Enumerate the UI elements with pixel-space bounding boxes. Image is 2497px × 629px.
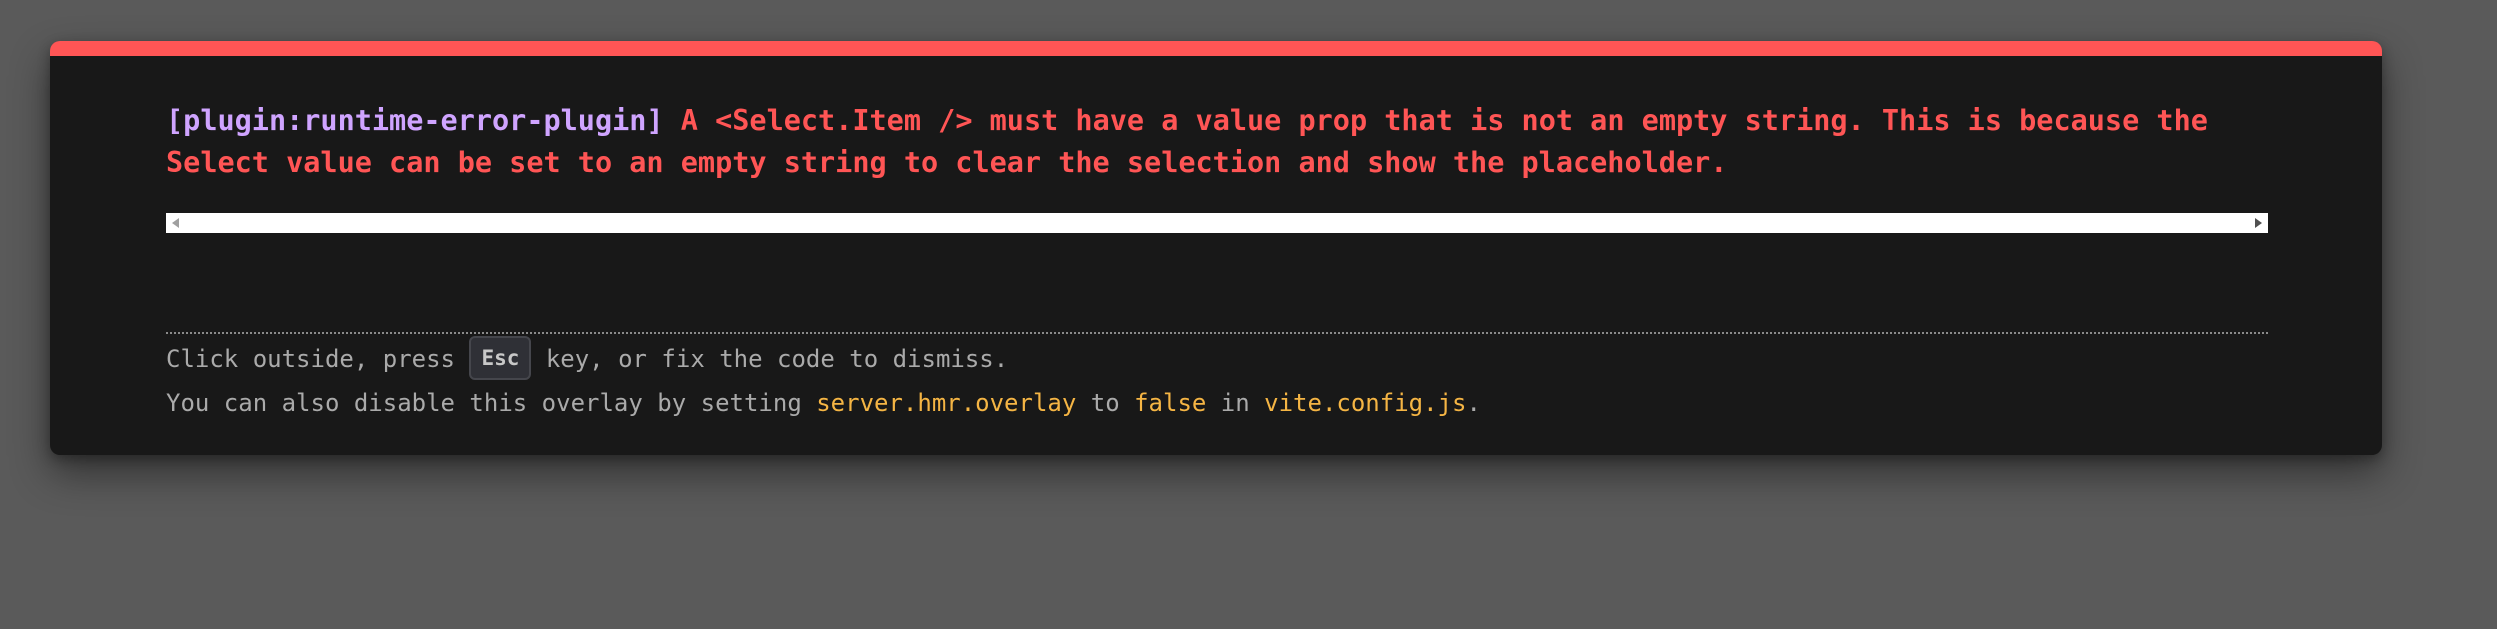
dismiss-tip-prefix: Click outside, press [166, 345, 470, 373]
setting-value: false [1134, 389, 1207, 417]
disable-tip-end: . [1466, 389, 1481, 417]
disable-tip-to: to [1076, 389, 1135, 417]
divider [166, 332, 2268, 334]
esc-key-badge: Esc [469, 336, 532, 380]
plugin-name: [plugin:runtime-error-plugin] [166, 104, 664, 137]
error-message: [plugin:runtime-error-plugin] A <Select.… [166, 100, 2276, 184]
dismiss-tip: Click outside, press Esc key, or fix the… [166, 335, 1008, 383]
error-overlay-window: [plugin:runtime-error-plugin] A <Select.… [50, 41, 2382, 455]
config-file-name: vite.config.js [1264, 389, 1467, 417]
scroll-left-icon[interactable] [172, 218, 179, 228]
disable-tip-in: in [1206, 389, 1265, 417]
dismiss-tip-suffix: key, or fix the code to dismiss. [531, 345, 1009, 373]
scroll-right-icon[interactable] [2255, 218, 2262, 228]
disable-tip-prefix: You can also disable this overlay by set… [166, 389, 817, 417]
disable-overlay-tip: You can also disable this overlay by set… [166, 382, 1481, 424]
setting-name: server.hmr.overlay [816, 389, 1077, 417]
horizontal-scrollbar[interactable] [166, 213, 2268, 233]
